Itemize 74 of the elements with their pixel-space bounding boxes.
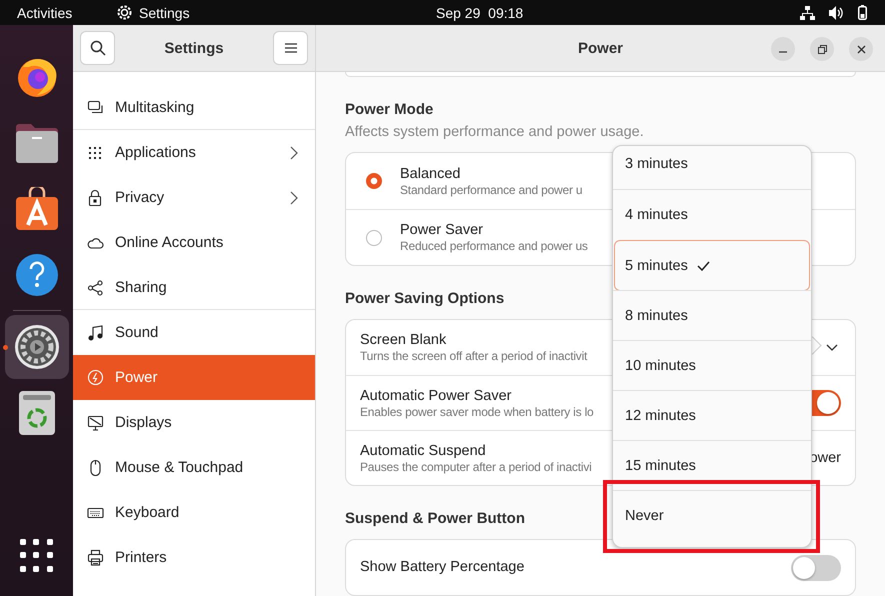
folder-icon: [14, 121, 60, 165]
row-title: Screen Blank: [360, 332, 448, 349]
window-stack-icon: [87, 98, 104, 116]
sidebar-item[interactable]: Displays: [73, 400, 315, 445]
help-icon: [14, 253, 58, 297]
toggle-switch[interactable]: [791, 554, 841, 580]
radio-button[interactable]: [366, 230, 382, 246]
music-note-icon: [87, 324, 104, 341]
window-title: Power: [578, 40, 623, 56]
dock-item-background[interactable]: [4, 315, 68, 379]
row-title: Power Saver: [400, 222, 484, 239]
running-indicator: [3, 345, 8, 350]
sidebar-item[interactable]: Privacy: [73, 175, 315, 220]
checkmark-icon: [696, 260, 710, 270]
row-description: Enables power saver mode when battery is lo: [360, 404, 594, 418]
section-heading: Power Mode: [345, 101, 434, 119]
printer-icon: [87, 549, 104, 566]
app-name[interactable]: Settings: [139, 4, 190, 20]
chevron-down-icon[interactable]: [826, 344, 838, 352]
section-subtitle: Affects system performance and power usage.: [345, 124, 645, 141]
section-heading: Suspend & Power Button: [345, 510, 525, 528]
radio-button[interactable]: [366, 173, 382, 189]
dropdown-option[interactable]: Never: [613, 490, 811, 541]
gear-icon: [14, 324, 60, 370]
dropdown-option[interactable]: 15 minutes: [613, 440, 811, 491]
row-title: Automatic Power Saver: [360, 388, 513, 404]
trash-icon: [18, 390, 56, 436]
close-icon: [856, 44, 866, 54]
sidebar-item[interactable]: Online Accounts: [73, 220, 315, 265]
activities-button[interactable]: Activities: [17, 4, 101, 20]
dropdown-option[interactable]: 12 minutes: [613, 390, 811, 441]
dropdown-option[interactable]: 10 minutes: [613, 340, 811, 391]
lock-icon: [87, 189, 104, 206]
dropdown-option[interactable]: 3 minutes: [613, 146, 811, 190]
search-icon: [90, 40, 106, 56]
sidebar-item[interactable]: Keyboard: [73, 490, 315, 535]
search-button[interactable]: [80, 31, 115, 65]
row-title: Show Battery Percentage: [360, 559, 524, 576]
restore-button[interactable]: [810, 37, 834, 61]
dropdown-option[interactable]: 5 minutes: [614, 240, 810, 291]
battery-icon[interactable]: [858, 5, 867, 20]
power-icon: [87, 369, 104, 386]
chevron-icon: [290, 146, 298, 160]
monitor-icon: [87, 414, 104, 431]
network-icon[interactable]: [800, 6, 815, 20]
sidebar-item[interactable]: Multitasking: [73, 85, 315, 130]
dot-grid-icon: [87, 144, 104, 161]
row-description: Pauses the computer after a period of inactivi: [360, 460, 592, 474]
sidebar-item[interactable]: Applications: [73, 130, 315, 175]
close-button[interactable]: [849, 37, 873, 61]
sidebar-item[interactable]: Power: [73, 355, 315, 400]
chevron-icon: [290, 190, 298, 204]
menu-icon: [284, 43, 296, 53]
row-description: Standard performance and power u: [400, 182, 582, 196]
row-description: Reduced performance and power us: [400, 239, 588, 253]
row-title: Balanced: [400, 166, 462, 182]
sidebar-item[interactable]: Sound: [73, 310, 315, 355]
shopping-bag-icon: [14, 187, 60, 231]
share-icon: [87, 278, 104, 296]
dropdown-option[interactable]: 8 minutes: [613, 290, 811, 341]
dropdown-option[interactable]: 4 minutes: [613, 189, 811, 240]
sidebar-item[interactable]: Mouse & Touchpad: [73, 445, 315, 490]
sidebar-title: Settings: [163, 40, 225, 56]
gear-icon: [116, 4, 133, 21]
speaker-icon[interactable]: [829, 6, 844, 20]
clock[interactable]: Sep 29 09:18: [436, 5, 524, 21]
section-heading: Power Saving Options: [345, 290, 504, 308]
row-description: Turns the screen off after a period of inactivit: [360, 349, 588, 363]
restore-icon: [818, 44, 826, 54]
sidebar-item[interactable]: Sharing: [73, 265, 315, 310]
app-grid-icon[interactable]: [20, 539, 53, 572]
row-title: Automatic Suspend: [360, 442, 487, 460]
sidebar-item[interactable]: Printers: [73, 535, 315, 580]
menu-button[interactable]: [273, 31, 308, 65]
